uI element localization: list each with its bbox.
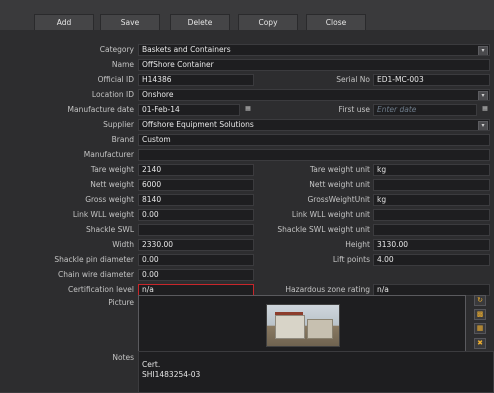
shackle-swl-weight-unit-field[interactable] (373, 224, 490, 236)
manufacturer-row: Manufacturer (0, 148, 494, 162)
tare-weight-label: Tare weight (90, 165, 134, 174)
gross-weight-row: Gross weight 8140 GrossWeightUnit kg (0, 193, 494, 207)
gross-weight-field[interactable]: 8140 (138, 194, 254, 206)
location-id-label: Location ID (91, 90, 134, 99)
category-value: Baskets and Containers (142, 45, 231, 54)
nett-weight-unit-field[interactable] (373, 179, 490, 191)
nett-weight-label: Nett weight (90, 180, 134, 189)
supplier-label: Supplier (103, 120, 134, 129)
supplier-value: Offshore Equipment Solutions (142, 120, 254, 129)
link-wll-weight-field[interactable]: 0.00 (138, 209, 254, 221)
shackle-swl-field[interactable] (138, 224, 254, 236)
lift-points-field[interactable]: 4.00 (373, 254, 490, 266)
lock-icon[interactable]: ▩ (474, 309, 486, 320)
rotate-icon[interactable]: ↻ (474, 295, 486, 306)
width-label: Width (112, 240, 134, 249)
toolbar: Add Save Delete Copy Close (0, 0, 494, 30)
shackle-swl-weight-unit-label: Shackle SWL weight unit (277, 225, 370, 234)
link-wll-weight-unit-field[interactable] (373, 209, 490, 221)
gross-weight-label: Gross weight (85, 195, 134, 204)
copy-button[interactable]: Copy (238, 14, 298, 30)
shackle-pin-diameter-field[interactable]: 0.00 (138, 254, 254, 266)
manufacture-date-label: Manufacture date (67, 105, 134, 114)
category-row: Category Baskets and Containers ▾ (0, 43, 494, 57)
chain-wire-diameter-label: Chain wire diameter (58, 270, 134, 279)
supplier-select[interactable]: Offshore Equipment Solutions ▾ (138, 119, 490, 131)
name-row: Name OffShore Container (0, 58, 494, 72)
chain-wire-diameter-field[interactable]: 0.00 (138, 269, 254, 281)
brand-field[interactable]: Custom (138, 134, 490, 146)
add-button[interactable]: Add (34, 14, 94, 30)
link-wll-weight-label: Link WLL weight (72, 210, 134, 219)
gross-weight-unit-field[interactable]: kg (373, 194, 490, 206)
notes-line-1: Cert. (142, 360, 161, 369)
link-wll-weight-unit-label: Link WLL weight unit (291, 210, 370, 219)
picture-label: Picture (108, 298, 134, 307)
lift-points-label: Lift points (332, 255, 370, 264)
name-label: Name (111, 60, 134, 69)
tare-weight-unit-field[interactable]: kg (373, 164, 490, 176)
serial-no-label: Serial No (336, 75, 370, 84)
certification-level-label: Certification level (68, 285, 134, 294)
height-label: Height (345, 240, 370, 249)
shackle-pin-diameter-label: Shackle pin diameter (54, 255, 134, 264)
nett-weight-field[interactable]: 6000 (138, 179, 254, 191)
chevron-down-icon[interactable]: ▾ (478, 121, 488, 130)
calendar-icon[interactable]: ▦ (243, 104, 253, 114)
name-field[interactable]: OffShore Container (138, 59, 490, 71)
equipment-form: Category Baskets and Containers ▾ Name O… (0, 30, 494, 393)
first-use-field[interactable]: Enter date (373, 104, 477, 116)
nett-weight-unit-label: Nett weight unit (309, 180, 370, 189)
official-id-row: Official ID H14386 Serial No ED1-MC-003 (0, 73, 494, 87)
close-button[interactable]: Close (306, 14, 366, 30)
width-row: Width 2330.00 Height 3130.00 (0, 238, 494, 252)
link-wll-weight-row: Link WLL weight 0.00 Link WLL weight uni… (0, 208, 494, 222)
height-field[interactable]: 3130.00 (373, 239, 490, 251)
tare-weight-field[interactable]: 2140 (138, 164, 254, 176)
width-field[interactable]: 2330.00 (138, 239, 254, 251)
delete-button[interactable]: Delete (170, 14, 230, 30)
tare-weight-row: Tare weight 2140 Tare weight unit kg (0, 163, 494, 177)
notes-line-2: SHI1483254-03 (142, 370, 201, 379)
official-id-label: Official ID (97, 75, 134, 84)
location-id-value: Onshore (142, 90, 174, 99)
manufacturer-label: Manufacturer (83, 150, 134, 159)
nett-weight-row: Nett weight 6000 Nett weight unit (0, 178, 494, 192)
chevron-down-icon[interactable]: ▾ (478, 46, 488, 55)
brand-label: Brand (111, 135, 134, 144)
official-id-field[interactable]: H14386 (138, 74, 254, 86)
manufacturer-field[interactable] (138, 149, 490, 161)
calendar-icon[interactable]: ▦ (480, 104, 490, 114)
first-use-label: First use (338, 105, 370, 114)
category-label: Category (99, 45, 134, 54)
save-button[interactable]: Save (100, 14, 160, 30)
manufacture-date-field[interactable]: 01-Feb-14 (138, 104, 240, 116)
supplier-row: Supplier Offshore Equipment Solutions ▾ (0, 118, 494, 132)
shackle-swl-row: Shackle SWL Shackle SWL weight unit (0, 223, 494, 237)
chain-wire-diameter-row: Chain wire diameter 0.00 (0, 268, 494, 282)
location-id-row: Location ID Onshore ▾ (0, 88, 494, 102)
notes-label: Notes (112, 353, 134, 362)
category-select[interactable]: Baskets and Containers ▾ (138, 44, 490, 56)
manufacture-date-row: Manufacture date 01-Feb-14 ▦ First use E… (0, 103, 494, 117)
folder-open-icon[interactable]: ▦ (474, 323, 486, 334)
brand-row: Brand Custom (0, 133, 494, 147)
serial-no-field[interactable]: ED1-MC-003 (373, 74, 490, 86)
location-id-select[interactable]: Onshore ▾ (138, 89, 490, 101)
shackle-pin-diameter-row: Shackle pin diameter 0.00 Lift points 4.… (0, 253, 494, 267)
tare-weight-unit-label: Tare weight unit (309, 165, 370, 174)
equipment-photo (266, 304, 340, 347)
chevron-down-icon[interactable]: ▾ (478, 91, 488, 100)
notes-field[interactable]: Cert. SHI1483254-03 (138, 351, 494, 393)
gross-weight-unit-label: GrossWeightUnit (307, 195, 370, 204)
delete-icon[interactable]: ✖ (474, 338, 486, 349)
shackle-swl-label: Shackle SWL (85, 225, 134, 234)
